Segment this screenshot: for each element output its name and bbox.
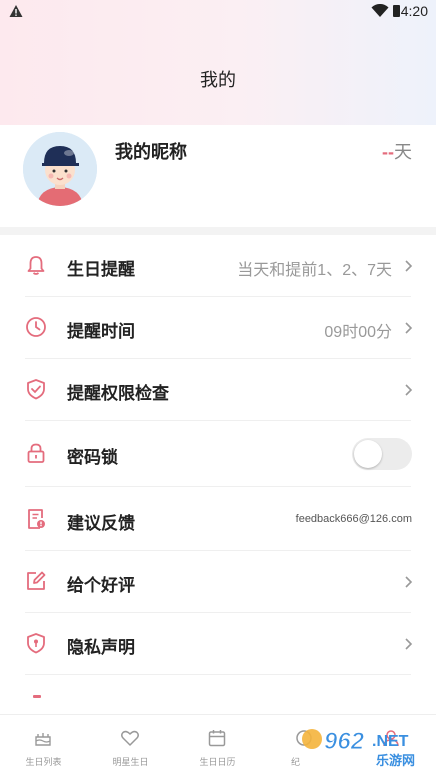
tab-label: 生日列表 [25,757,62,767]
profile-section[interactable]: 我的昵称 --天 [0,125,436,227]
menu-label: 密码锁 [67,448,118,467]
menu-label: 生日提醒 [67,260,135,279]
tab-label: 明星生日 [112,757,149,767]
chevron-right-icon [405,260,413,272]
watermark-suffix: .NET [372,733,409,750]
menu-item-birthday-reminder[interactable]: 生日提醒 当天和提前1、2、7天 [0,235,436,297]
tab-label: 生日日历 [199,757,236,767]
bell-icon [27,256,45,275]
tab-birthday-calendar[interactable]: 生日日历 [174,715,261,776]
status-time: 4:20 [400,3,428,19]
chevron-right-icon [405,322,413,334]
days-counter: --天 [382,138,412,164]
nickname[interactable]: 我的昵称 [115,138,187,164]
feedback-email[interactable]: feedback666@126.com [296,513,412,525]
menu-label: 给个好评 [67,576,135,595]
days-value: -- [382,142,394,162]
menu-value: 09时00分 [324,324,392,341]
days-unit: 天 [394,142,412,162]
clock-icon [26,317,46,337]
privacy-icon [27,633,45,654]
menu-item-permission-check[interactable]: 提醒权限检查 [0,359,436,421]
menu-item-feedback[interactable]: 建议反馈 feedback666@126.com [0,487,436,551]
toggle-knob [354,440,382,468]
menu-value: 当天和提前1、2、7天 [237,262,392,279]
avatar-icon [23,132,97,206]
watermark-sub: 乐游网 [376,753,415,769]
chevron-right-icon [405,384,413,396]
lock-icon [27,443,45,463]
chevron-right-icon [405,638,413,650]
page-title: 我的 [200,70,236,90]
birthday-list-icon [35,733,51,746]
shield-check-icon [27,379,45,400]
status-bar: 4:20 [0,0,436,24]
menu-item-reminder-time[interactable]: 提醒时间 09时00分 [0,297,436,359]
menu-label: 建议反馈 [67,514,135,533]
partial-menu-icon [33,695,41,698]
menu-divider [25,674,411,675]
password-lock-toggle[interactable] [352,438,412,470]
feedback-icon [28,509,45,529]
edit-icon [27,571,46,590]
menu-label: 提醒权限检查 [67,384,169,403]
watermark-logo: 962 .NET 乐游网 [300,725,428,770]
chevron-right-icon [405,576,413,588]
warning-icon [9,5,23,17]
calendar-icon [208,730,226,747]
wifi-icon [371,4,389,17]
section-divider [0,227,436,235]
menu-label: 隐私声明 [67,638,135,657]
watermark-brand: 962 [324,728,365,755]
battery-icon [393,5,400,17]
heart-icon [121,730,139,746]
tab-birthday-list[interactable]: 生日列表 [0,715,87,776]
menu-item-password-lock[interactable]: 密码锁 [0,421,436,487]
menu-item-privacy[interactable]: 隐私声明 [0,613,436,675]
tab-celebrity-birthday[interactable]: 明星生日 [87,715,174,776]
menu-item-rate-app[interactable]: 给个好评 [0,551,436,613]
menu-label: 提醒时间 [67,322,135,341]
avatar[interactable] [23,132,97,206]
